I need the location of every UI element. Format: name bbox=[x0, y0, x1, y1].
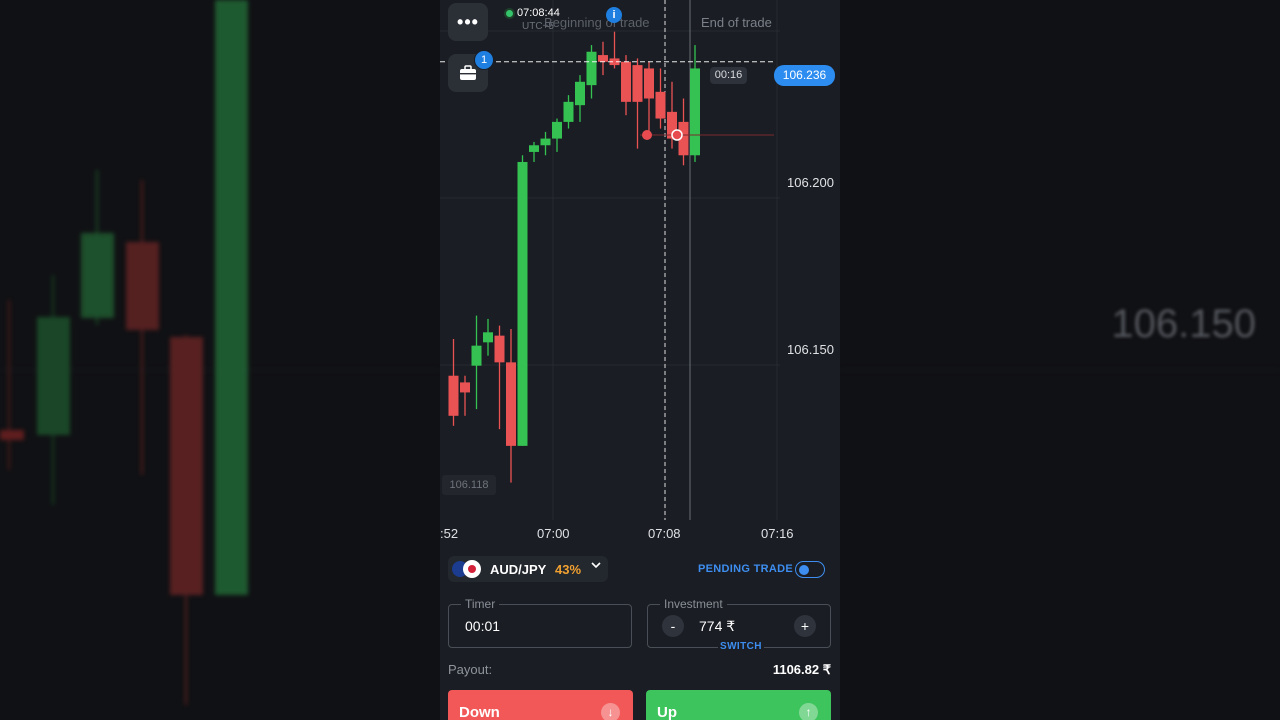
payout-label: Payout: bbox=[448, 662, 493, 677]
countdown-tag: 00:16 bbox=[710, 67, 747, 84]
candle-body bbox=[598, 55, 608, 62]
increase-investment-button[interactable]: + bbox=[794, 615, 816, 637]
y-axis-tick: 106.200 bbox=[787, 175, 834, 190]
end-of-trade-label: End of trade bbox=[701, 15, 772, 30]
up-button[interactable]: Up ↑ bbox=[646, 690, 831, 720]
timer-value[interactable]: 00:01 bbox=[465, 618, 500, 634]
pending-trade-label: PENDING TRADE bbox=[698, 563, 793, 575]
candle-body bbox=[483, 332, 493, 343]
candle-body bbox=[575, 81, 585, 106]
investment-label: Investment bbox=[660, 597, 727, 611]
candle-body bbox=[460, 382, 470, 393]
japan-flag-icon bbox=[463, 560, 481, 578]
x-axis-tick: 07:08 bbox=[648, 526, 681, 541]
candle-body bbox=[471, 345, 482, 366]
x-axis-tick: 07:16 bbox=[761, 526, 794, 541]
candle-body bbox=[540, 138, 551, 146]
candle-body bbox=[632, 65, 643, 102]
candle-body bbox=[552, 121, 562, 139]
candle-body bbox=[494, 335, 505, 363]
background-left bbox=[0, 0, 440, 720]
down-button-label: Down bbox=[459, 704, 500, 720]
trade-current-marker bbox=[671, 129, 683, 141]
background-price-label: 106.150 bbox=[1111, 302, 1256, 346]
current-price-tag: 106.236 bbox=[774, 65, 835, 86]
y-axis-tick: 106.150 bbox=[787, 342, 834, 357]
candle-body bbox=[506, 362, 516, 446]
arrow-down-icon: ↓ bbox=[601, 703, 620, 720]
candle-body bbox=[655, 91, 666, 119]
toggle-knob bbox=[799, 564, 809, 575]
menu-button[interactable]: ••• bbox=[448, 3, 488, 41]
arrow-up-icon: ↑ bbox=[799, 703, 818, 720]
info-icon[interactable]: i bbox=[606, 7, 622, 23]
decrease-investment-button[interactable]: - bbox=[662, 615, 684, 637]
timer-field[interactable]: Timer 00:01 bbox=[448, 597, 632, 648]
trade-entry-marker bbox=[642, 130, 652, 140]
candle-body bbox=[448, 375, 459, 416]
briefcase-icon bbox=[460, 65, 476, 80]
candle-body bbox=[517, 161, 528, 446]
candle-body bbox=[529, 145, 539, 152]
asset-payout-percent: 43% bbox=[555, 562, 582, 577]
candle-body bbox=[586, 51, 597, 86]
candle-body bbox=[621, 61, 631, 102]
candle-body bbox=[690, 68, 700, 156]
background-right: 106.150 bbox=[840, 0, 1280, 720]
up-button-label: Up bbox=[657, 704, 677, 720]
switch-currency-button[interactable]: SWITCH bbox=[718, 641, 764, 652]
chevron-down-icon bbox=[590, 559, 602, 574]
trading-app-screen: ••• 1 07:08:44 UTC+5 Beginning of trade … bbox=[440, 0, 840, 720]
timer-label: Timer bbox=[461, 597, 500, 611]
down-button[interactable]: Down ↓ bbox=[448, 690, 633, 720]
low-price-label: 106.118 bbox=[442, 475, 496, 495]
investment-value[interactable]: 774 ₹ bbox=[699, 618, 735, 635]
portfolio-count-badge: 1 bbox=[474, 50, 494, 70]
beginning-of-trade-label: Beginning of trade bbox=[544, 15, 650, 30]
candle-body bbox=[644, 68, 654, 99]
x-axis-tick: 07:00 bbox=[537, 526, 570, 541]
candle-body bbox=[563, 101, 574, 122]
asset-selector[interactable]: AUD/JPY 43% bbox=[448, 556, 608, 582]
more-horizontal-icon: ••• bbox=[457, 11, 479, 32]
asset-name: AUD/JPY bbox=[490, 562, 547, 577]
pending-trade-toggle[interactable] bbox=[795, 561, 825, 578]
payout-value: 1106.82 ₹ bbox=[772, 662, 831, 677]
x-axis-tick: :52 bbox=[440, 526, 459, 541]
online-dot-icon bbox=[506, 9, 513, 17]
